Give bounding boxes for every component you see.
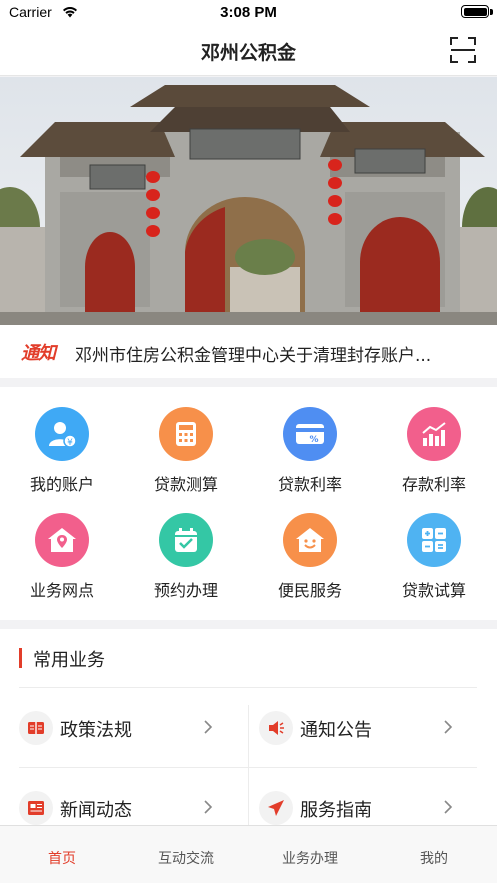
calc-grid-icon — [407, 513, 461, 567]
section-accent-bar — [19, 648, 22, 668]
grid-label: 贷款试算 — [401, 581, 466, 600]
status-time: 3:08 PM — [220, 4, 277, 21]
grid-item-deposit-rate[interactable]: 存款利率 — [372, 407, 496, 495]
grid-label: 预约办理 — [153, 581, 218, 600]
notice-tag: 通知 — [21, 343, 56, 364]
megaphone-icon — [259, 711, 293, 745]
biz-item-news[interactable]: 新闻动态 — [19, 787, 229, 827]
book-icon — [19, 711, 53, 745]
grid-item-loan-calc[interactable]: 贷款测算 — [124, 407, 248, 495]
grid-label: 存款利率 — [401, 475, 466, 494]
svg-text:¥: ¥ — [67, 438, 73, 448]
function-grid: ¥ 我的账户 贷款测算 % 贷款利率 存款利率 业务网点 预约办理 便民服务 贷… — [0, 387, 497, 620]
grid-item-my-account[interactable]: ¥ 我的账户 — [0, 407, 124, 495]
grid-item-convenience[interactable]: 便民服务 — [248, 513, 372, 601]
tab-mine[interactable]: 我的 — [372, 848, 496, 868]
page-title: 邓州公积金 — [200, 42, 296, 64]
send-icon — [259, 791, 293, 825]
bar-chart-icon — [407, 407, 461, 461]
biz-label: 服务指南 — [300, 800, 372, 821]
calculator-icon — [159, 407, 213, 461]
biz-item-announcements[interactable]: 通知公告 — [259, 707, 469, 747]
common-business-panel: 常用业务 政策法规 通知公告 新闻动态 服务指南 — [0, 629, 497, 825]
tab-bar: 首页 互动交流 业务办理 我的 — [0, 825, 497, 883]
status-bar: Carrier 3:08 PM — [0, 0, 497, 26]
rate-card-icon: % — [283, 407, 337, 461]
chevron-right-icon — [204, 800, 213, 814]
tab-interaction[interactable]: 互动交流 — [124, 848, 248, 868]
grid-item-loan-rate[interactable]: % 贷款利率 — [248, 407, 372, 495]
grid-label: 便民服务 — [277, 581, 342, 600]
calendar-check-icon — [159, 513, 213, 567]
notice-bar[interactable]: 通知 邓州市住房公积金管理中心关于清理封存账户... — [0, 325, 497, 378]
account-icon: ¥ — [35, 407, 89, 461]
biz-item-service-guide[interactable]: 服务指南 — [259, 787, 469, 827]
chevron-right-icon — [444, 800, 453, 814]
section-title: 常用业务 — [33, 650, 105, 671]
grid-label: 贷款利率 — [277, 475, 342, 494]
chevron-right-icon — [204, 720, 213, 734]
grid-label: 业务网点 — [29, 581, 94, 600]
smile-house-icon — [283, 513, 337, 567]
grid-label: 贷款测算 — [153, 475, 218, 494]
nav-bar: 邓州公积金 — [0, 26, 497, 76]
tab-home[interactable]: 首页 — [0, 848, 124, 868]
scan-icon[interactable] — [450, 37, 476, 63]
location-house-icon — [35, 513, 89, 567]
banner-image[interactable] — [0, 77, 497, 325]
biz-label: 通知公告 — [300, 720, 372, 741]
biz-label: 新闻动态 — [60, 800, 132, 821]
newspaper-icon — [19, 791, 53, 825]
biz-item-policy[interactable]: 政策法规 — [19, 707, 229, 747]
biz-label: 政策法规 — [60, 720, 132, 741]
grid-item-appointment[interactable]: 预约办理 — [124, 513, 248, 601]
svg-text:%: % — [309, 435, 318, 445]
grid-item-branches[interactable]: 业务网点 — [0, 513, 124, 601]
grid-item-loan-trial[interactable]: 贷款试算 — [372, 513, 496, 601]
battery-icon — [461, 5, 489, 18]
tab-business[interactable]: 业务办理 — [248, 848, 372, 868]
chevron-right-icon — [444, 720, 453, 734]
notice-text[interactable]: 邓州市住房公积金管理中心关于清理封存账户... — [75, 341, 475, 366]
grid-label: 我的账户 — [29, 475, 94, 494]
